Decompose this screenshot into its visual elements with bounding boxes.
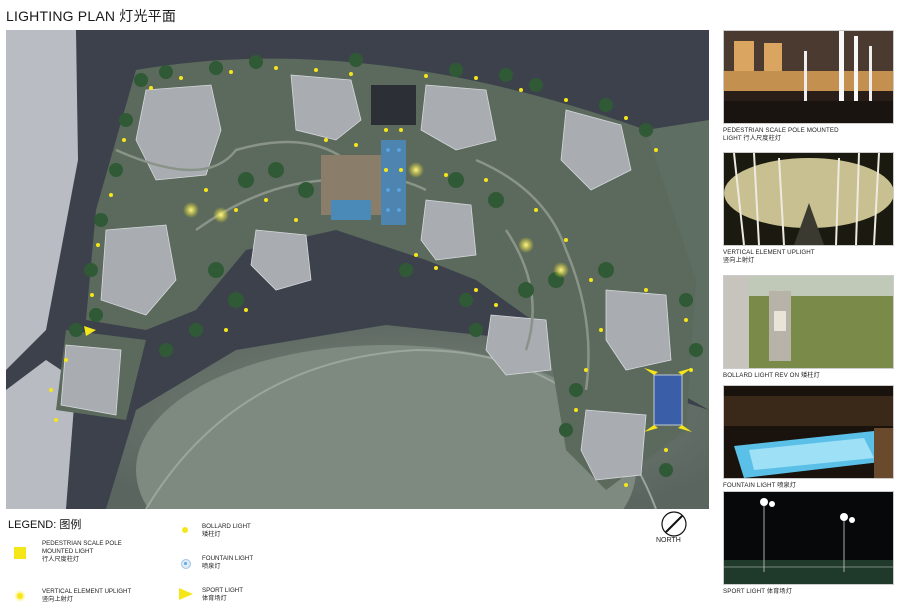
legend-label-zh: 矮柱灯 [202,531,221,538]
caption-line: 竖向上射灯 [723,257,755,264]
caption-line: VERTICAL ELEMENT UPLIGHT [723,249,815,256]
photo-pole-light [723,30,894,124]
legend-label: FOUNTAIN LIGHT [202,555,254,562]
caption-line: PEDESTRIAN SCALE POLE MOUNTED [723,127,839,134]
yellow-halo-dot-icon [14,590,26,602]
entry-gate [371,85,416,125]
caption-line: LIGHT 行人尺度柱灯 [723,135,782,142]
legend-title: LEGEND: 图例 [8,519,82,531]
photo-caption-sport: SPORT LIGHT 体育场灯 [723,588,894,596]
pool [331,200,371,220]
legend-item-sport: SPORT LIGHT 体育场灯 [178,587,298,603]
legend-item-uplight: VERTICAL ELEMENT UPLIGHT 竖向上射灯 [10,588,160,604]
north-label: NORTH [656,537,681,544]
north-arrow-icon [661,511,687,537]
legend-label: MOUNTED LIGHT [42,548,94,555]
photo-uplight [723,152,894,246]
legend-label-zh: 喷泉灯 [202,563,221,570]
site-plan-drawing [6,30,709,509]
yellow-dot-icon [182,527,188,533]
photo-card-fountain: FOUNTAIN LIGHT 喷泉灯 [723,385,894,490]
yellow-triangle-icon [179,588,193,600]
legend-label: SPORT LIGHT [202,587,244,594]
blue-dot-core [184,562,187,565]
photo-bollard [723,275,894,369]
yellow-square-icon [14,547,26,559]
site-plan [6,30,709,509]
tennis-court [653,374,683,426]
water-feature [381,140,406,225]
legend-item-bollard: BOLLARD LIGHT 矮柱灯 [178,523,298,539]
photo-fountain [723,385,894,479]
legend-item-fountain: FOUNTAIN LIGHT 喷泉灯 [178,555,298,571]
legend-label-zh: 竖向上射灯 [42,596,73,603]
legend-item-pole-light: PEDESTRIAN SCALE POLE MOUNTED LIGHT 行人尺度… [10,540,150,564]
photo-caption-pole-light: PEDESTRIAN SCALE POLE MOUNTED LIGHT 行人尺度… [723,127,894,143]
caption-line: FOUNTAIN LIGHT 喷泉灯 [723,482,797,489]
legend-label-zh: 行人尺度柱灯 [42,556,80,563]
caption-line: BOLLARD LIGHT REV ON 矮柱灯 [723,372,820,379]
legend-label: PEDESTRIAN SCALE POLE [42,540,122,547]
caption-line: SPORT LIGHT 体育场灯 [723,588,792,595]
photo-caption-uplight: VERTICAL ELEMENT UPLIGHT 竖向上射灯 [723,249,894,265]
photo-card-sport: SPORT LIGHT 体育场灯 [723,491,894,596]
photo-sport [723,491,894,585]
photo-caption-bollard: BOLLARD LIGHT REV ON 矮柱灯 [723,372,894,380]
photo-card-bollard: BOLLARD LIGHT REV ON 矮柱灯 [723,275,894,380]
photo-card-uplight: VERTICAL ELEMENT UPLIGHT 竖向上射灯 [723,152,894,265]
legend-label: VERTICAL ELEMENT UPLIGHT [42,588,132,595]
photo-card-pole-light: PEDESTRIAN SCALE POLE MOUNTED LIGHT 行人尺度… [723,30,894,143]
photo-caption-fountain: FOUNTAIN LIGHT 喷泉灯 [723,482,894,490]
page-title: LIGHTING PLAN 灯光平面 [6,8,177,24]
legend-label: BOLLARD LIGHT [202,523,251,530]
legend-label-zh: 体育场灯 [202,595,227,602]
